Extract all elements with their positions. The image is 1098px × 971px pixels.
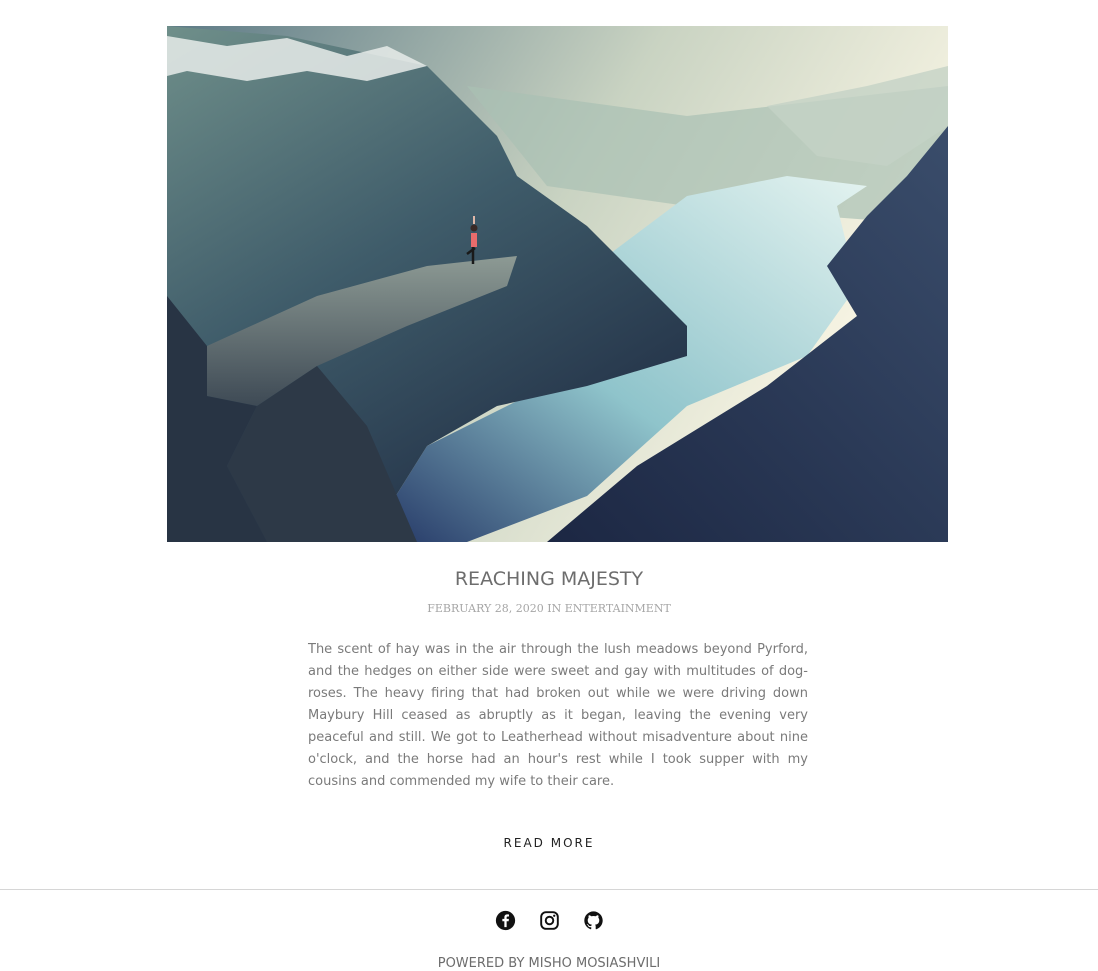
post-meta: FEBRUARY 28, 2020 IN ENTERTAINMENT [0, 602, 1098, 615]
read-more-link[interactable]: READ MORE [504, 836, 595, 850]
post-category-prefix: IN [547, 602, 562, 615]
post-date: FEBRUARY 28, 2020 [427, 602, 544, 615]
social-links [0, 910, 1098, 931]
github-icon[interactable] [583, 910, 604, 931]
instagram-icon[interactable] [539, 910, 560, 931]
facebook-icon[interactable] [495, 910, 516, 931]
post-excerpt: The scent of hay was in the air through … [308, 642, 808, 789]
post-category-link[interactable]: ENTERTAINMENT [565, 602, 671, 615]
post-title[interactable]: REACHING MAJESTY [0, 568, 1098, 590]
footer-divider [0, 889, 1098, 890]
read-more-container: READ MORE [0, 832, 1098, 851]
post-featured-image[interactable] [167, 26, 948, 542]
